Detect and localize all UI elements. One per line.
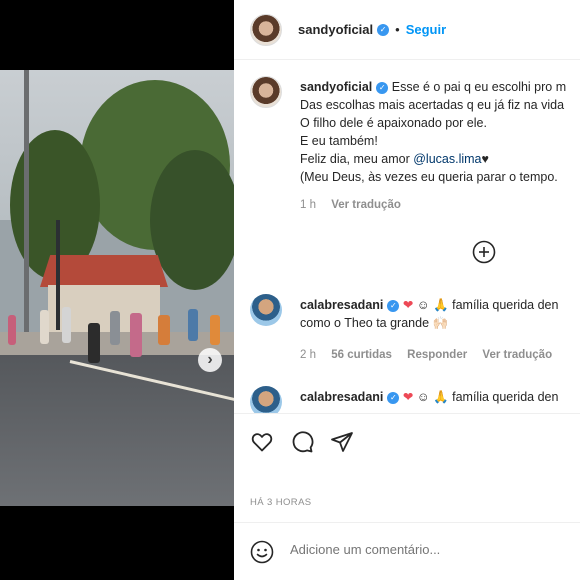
verified-badge-icon: ✓ xyxy=(387,391,400,404)
comment-emojis: 🙌🏻 xyxy=(432,316,449,330)
comment-likes[interactable]: 56 curtidas xyxy=(331,349,392,361)
comments-section: sandyoficial ✓ Esse é o pai q eu escolhi … xyxy=(234,60,580,414)
mention-link[interactable]: @lucas.lima xyxy=(413,152,481,166)
photo-crowd xyxy=(0,305,234,363)
comment-line: ☺ 🙏 família querida den xyxy=(413,298,559,312)
avatar[interactable] xyxy=(250,294,282,326)
post-photo: › xyxy=(0,70,234,506)
comment-text: calabresadani ✓ ❤ ☺ 🙏 família querida den… xyxy=(300,296,580,364)
next-photo-button[interactable]: › xyxy=(198,348,222,372)
photo-person xyxy=(88,323,100,363)
photo-person xyxy=(158,315,170,345)
caption-line: Das escolhas mais acertadas q eu já fiz … xyxy=(300,98,565,112)
caption-line: E eu também! xyxy=(300,134,378,148)
caption-text: sandyoficial ✓ Esse é o pai q eu escolhi … xyxy=(300,78,580,214)
comment-username[interactable]: calabresadani xyxy=(300,298,383,312)
plus-circle-icon[interactable] xyxy=(472,240,496,264)
photo-person xyxy=(8,315,16,345)
caption-username[interactable]: sandyoficial xyxy=(300,80,372,94)
separator-dot: • xyxy=(395,22,400,37)
caption-line: Feliz dia, meu amor xyxy=(300,152,414,166)
avatar[interactable] xyxy=(250,76,282,108)
verified-badge-icon: ✓ xyxy=(377,23,390,36)
share-icon[interactable] xyxy=(330,430,354,454)
comment-line: como o Theo ta grande xyxy=(300,316,433,330)
red-heart-emoji: ❤ xyxy=(402,390,414,404)
verified-badge-icon: ✓ xyxy=(376,81,389,94)
post-sidebar: sandyoficial ✓ • Seguir sandyoficial ✓ Es… xyxy=(234,0,580,580)
caption-line: Esse é o pai q eu escolhi pro m xyxy=(391,80,567,94)
photo-road xyxy=(0,355,234,506)
post-timestamp: HÁ 3 HORAS xyxy=(250,497,312,508)
post-actions xyxy=(234,414,580,470)
photo-person xyxy=(40,310,49,344)
heart-icon[interactable] xyxy=(250,430,274,454)
heart-emoji: ♥ xyxy=(481,152,489,166)
avatar[interactable] xyxy=(250,13,282,46)
caption-time: 1 h xyxy=(300,199,316,211)
smile-icon[interactable] xyxy=(250,540,274,564)
caption-line: (Meu Deus, às vezes eu queria parar o te… xyxy=(300,170,558,184)
comment-icon[interactable] xyxy=(290,430,314,454)
add-comment-bar xyxy=(234,522,580,580)
comment-time: 2 h xyxy=(300,349,316,361)
photo-pole xyxy=(24,70,29,340)
instagram-post-modal: › sandyoficial ✓ • Seguir sandyoficial ✓ … xyxy=(0,0,580,580)
follow-button[interactable]: Seguir xyxy=(406,22,446,37)
photo-tree xyxy=(150,150,234,290)
chevron-right-icon: › xyxy=(207,351,213,368)
photo-person xyxy=(110,311,120,345)
translate-button[interactable]: Ver tradução xyxy=(482,349,552,361)
post-username[interactable]: sandyoficial xyxy=(298,22,373,37)
comment-line: ☺ 🙏 família querida den xyxy=(413,390,559,404)
comment-meta: 2 h 56 curtidas Responder Ver tradução xyxy=(300,346,580,364)
comment-input[interactable] xyxy=(290,542,570,557)
reply-button[interactable]: Responder xyxy=(407,349,467,361)
photo-person xyxy=(130,313,142,357)
translate-button[interactable]: Ver tradução xyxy=(331,199,401,211)
red-heart-emoji: ❤ xyxy=(402,298,414,312)
avatar[interactable] xyxy=(250,386,282,413)
post-header: sandyoficial ✓ • Seguir xyxy=(234,0,580,60)
comment-text: calabresadani ✓ ❤ ☺ 🙏 família querida den xyxy=(300,388,580,406)
caption-meta: 1 h Ver tradução xyxy=(300,196,580,214)
photo-person xyxy=(62,307,71,343)
photo-person xyxy=(210,315,220,345)
comment-username[interactable]: calabresadani xyxy=(300,390,383,404)
verified-badge-icon: ✓ xyxy=(387,299,400,312)
photo-person xyxy=(188,309,198,341)
caption-line: O filho dele é apaixonado por ele. xyxy=(300,116,487,130)
